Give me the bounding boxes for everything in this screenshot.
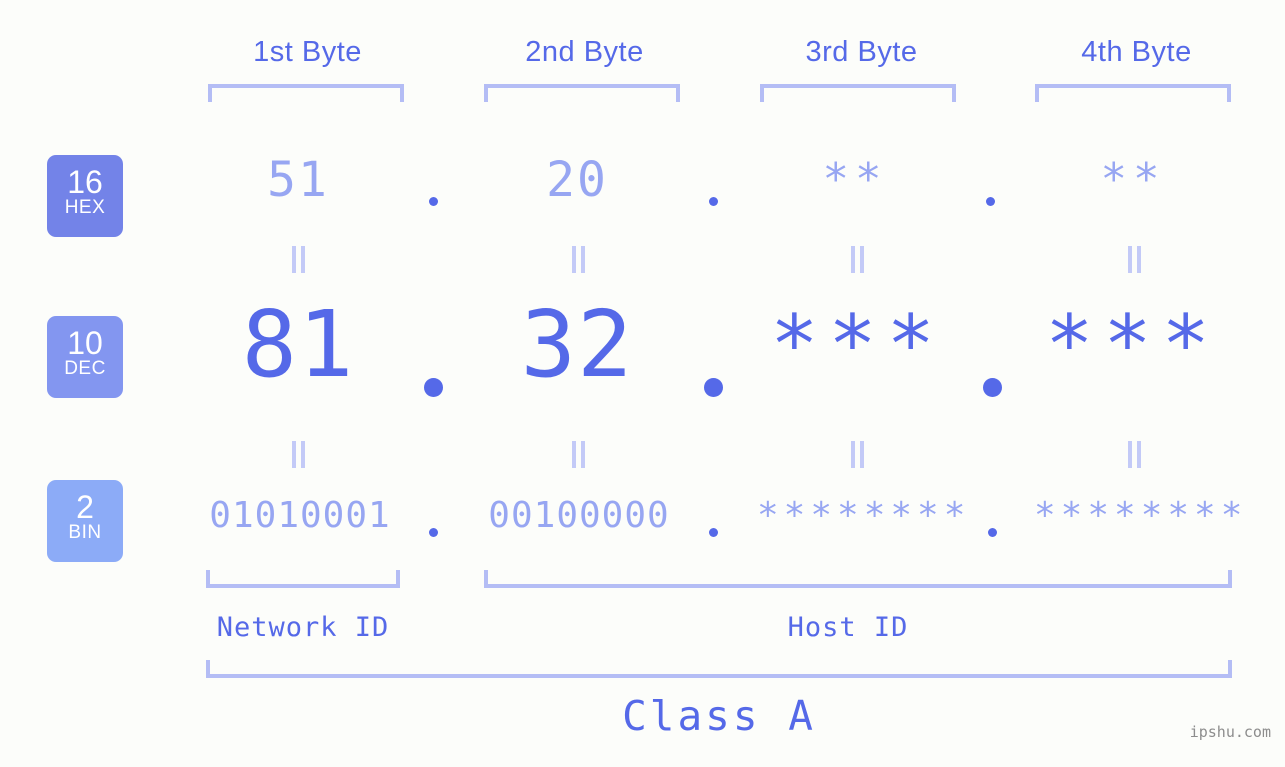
- hex-byte-1: 51: [267, 152, 329, 208]
- byte-bracket-top-3: [760, 84, 956, 102]
- dec-byte-3: ***: [770, 298, 945, 391]
- site-watermark: ipshu.com: [1189, 723, 1271, 741]
- hex-separator-dot-1: [429, 197, 438, 206]
- equals-mark-hex-dec-4: [1128, 246, 1141, 273]
- byte-header-2: 2nd Byte: [525, 36, 644, 68]
- ip-breakdown-diagram: 1st Byte 2nd Byte 3rd Byte 4th Byte 16 H…: [0, 0, 1285, 767]
- network-id-bracket: [206, 570, 400, 588]
- equals-mark-dec-bin-4: [1128, 441, 1141, 468]
- equals-mark-hex-dec-3: [851, 246, 864, 273]
- host-id-label: Host ID: [787, 612, 909, 643]
- host-id-bracket: [484, 570, 1232, 588]
- byte-bracket-top-2: [484, 84, 680, 102]
- equals-mark-dec-bin-3: [851, 441, 864, 468]
- dec-byte-2: 32: [520, 291, 634, 398]
- base-badge-dec-name: DEC: [64, 358, 106, 379]
- base-badge-hex-number: 16: [67, 164, 103, 200]
- hex-separator-dot-3: [986, 197, 995, 206]
- class-bracket: [206, 660, 1232, 678]
- equals-mark-dec-bin-2: [572, 441, 585, 468]
- byte-header-3: 3rd Byte: [805, 36, 918, 68]
- byte-bracket-top-4: [1035, 84, 1231, 102]
- equals-mark-hex-dec-2: [572, 246, 585, 273]
- base-badge-hex-name: HEX: [64, 197, 106, 218]
- class-label: Class A: [622, 692, 816, 740]
- base-badge-hex: 16 HEX: [47, 155, 123, 237]
- hex-byte-3: **: [822, 154, 888, 205]
- bin-byte-2: 00100000: [488, 495, 670, 536]
- base-badge-dec: 10 DEC: [47, 316, 123, 398]
- base-badge-bin: 2 BIN: [47, 480, 123, 562]
- dec-separator-dot-1: [424, 378, 443, 397]
- bin-byte-3: ********: [757, 495, 971, 536]
- equals-mark-hex-dec-1: [292, 246, 305, 273]
- bin-separator-dot-1: [429, 528, 438, 537]
- dec-separator-dot-2: [704, 378, 723, 397]
- hex-byte-4: **: [1100, 154, 1166, 205]
- network-id-label: Network ID: [216, 612, 390, 643]
- dec-byte-1: 81: [241, 291, 355, 398]
- bin-byte-1: 01010001: [209, 495, 391, 536]
- dec-separator-dot-3: [983, 378, 1002, 397]
- hex-byte-2: 20: [546, 152, 608, 208]
- dec-byte-4: ***: [1045, 298, 1220, 391]
- bin-separator-dot-3: [988, 528, 997, 537]
- bin-separator-dot-2: [709, 528, 718, 537]
- byte-header-4: 4th Byte: [1081, 36, 1192, 68]
- equals-mark-dec-bin-1: [292, 441, 305, 468]
- base-badge-dec-number: 10: [67, 325, 103, 361]
- base-badge-bin-name: BIN: [68, 522, 102, 543]
- bin-byte-4: ********: [1034, 495, 1248, 536]
- byte-bracket-top-1: [208, 84, 404, 102]
- base-badge-bin-number: 2: [76, 489, 94, 525]
- hex-separator-dot-2: [709, 197, 718, 206]
- byte-header-1: 1st Byte: [253, 36, 362, 68]
